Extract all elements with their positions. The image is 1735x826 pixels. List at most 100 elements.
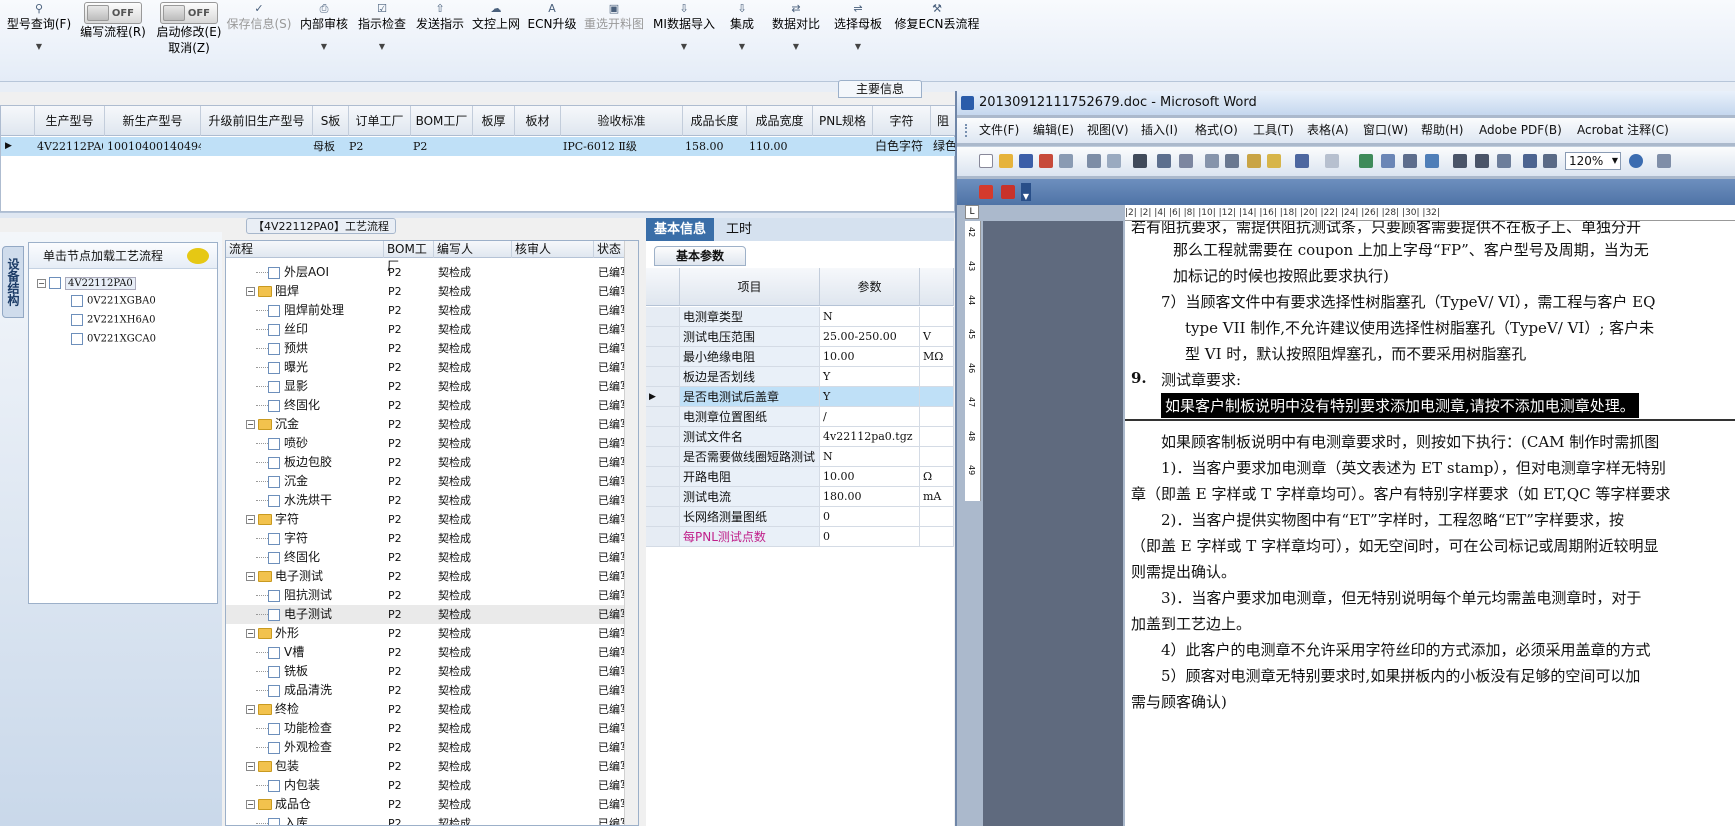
menu-help[interactable]: 帮助(H)	[1421, 118, 1463, 143]
collapse-icon[interactable]: −	[246, 629, 255, 638]
edit-flow-switch[interactable]: OFF	[84, 2, 142, 24]
col-header[interactable]: S板	[313, 106, 349, 136]
data-compare-button[interactable]: ⇄ 数据对比 ▼	[768, 2, 824, 51]
tree-node[interactable]: 0V221XGCA0	[71, 333, 156, 345]
cell[interactable]	[517, 137, 561, 156]
open-icon[interactable]	[999, 154, 1013, 168]
redo-icon[interactable]	[1325, 154, 1339, 168]
col-header[interactable]: 成品宽度	[747, 106, 813, 136]
collapse-icon[interactable]: −	[246, 705, 255, 714]
process-row[interactable]: − 外形 P2 契检成 已编写	[226, 624, 631, 643]
collapse-icon[interactable]: −	[246, 800, 255, 809]
cell[interactable]: 110.00	[749, 137, 813, 156]
hyperlink-icon[interactable]	[1359, 154, 1373, 168]
collapse-icon[interactable]: −	[246, 572, 255, 581]
process-row[interactable]: − 终检 P2 契检成 已编写	[226, 700, 631, 719]
vertical-scrollbar[interactable]	[624, 241, 638, 825]
process-row[interactable]: 内包装 P2 契检成 已编写	[226, 776, 631, 795]
menu-view[interactable]: 视图(V)	[1087, 118, 1129, 143]
process-row[interactable]: 字符 P2 契检成 已编写	[226, 529, 631, 548]
process-row[interactable]: 阻焊前处理 P2 契检成 已编写	[226, 301, 631, 320]
col-header[interactable]: 项目	[680, 268, 820, 306]
process-row[interactable]: V槽 P2 契检成 已编写	[226, 643, 631, 662]
process-row[interactable]: 预烘 P2 契检成 已编写	[226, 339, 631, 358]
param-row[interactable]: 测试电流 180.00 mA	[646, 487, 954, 509]
enable-modify-switch[interactable]: OFF	[160, 2, 218, 24]
toolbar-options-icon[interactable]: ▼	[1021, 183, 1031, 201]
collapse-icon[interactable]: −	[246, 287, 255, 296]
table-row[interactable]: ▶ 4V22112PA0 10010400140494 母板 P2 P2 IPC…	[1, 137, 956, 156]
process-row[interactable]: 成品清洗 P2 契检成 已编写	[226, 681, 631, 700]
tree-root[interactable]: −4V22112PA0	[37, 276, 136, 290]
tree-node[interactable]: 0V221XGBA0	[71, 295, 156, 307]
process-row[interactable]: − 沉金 P2 契检成 已编写	[226, 415, 631, 434]
insert-table-icon[interactable]	[1403, 154, 1417, 168]
process-row[interactable]: − 字符 P2 契检成 已编写	[226, 510, 631, 529]
horizontal-ruler[interactable]: |2| |2| |4| |6| |8| |10| |12| |14| |16| …	[1125, 205, 1735, 221]
convert-pdf-icon[interactable]	[979, 185, 993, 199]
cell[interactable]: P2	[413, 137, 473, 156]
param-value[interactable]: 180.00	[820, 487, 920, 507]
undo-icon[interactable]	[1295, 154, 1309, 168]
col-header[interactable]: 核审人	[512, 241, 594, 258]
process-row[interactable]: 喷砂 P2 契检成 已编写	[226, 434, 631, 453]
guide-check-button[interactable]: ☑ 指示检查 ▼	[356, 2, 408, 51]
col-header[interactable]: 成品长度	[683, 106, 747, 136]
new-icon[interactable]	[979, 154, 993, 168]
cancel-button[interactable]: 取消(Z)	[168, 41, 210, 55]
paste-icon[interactable]	[1247, 154, 1261, 168]
help-icon[interactable]	[1629, 154, 1643, 168]
save-info-button[interactable]: ✓ 保存信息(S)	[226, 2, 292, 32]
param-row[interactable]: 测试电压范围 25.00-250.00 V	[646, 327, 954, 349]
process-row[interactable]: 电子测试 P2 契检成 已编写	[226, 605, 631, 624]
param-row[interactable]: 板边是否划线 Y	[646, 367, 954, 389]
collapse-icon[interactable]: −	[246, 762, 255, 771]
process-row[interactable]: − 电子测试 P2 契检成 已编写	[226, 567, 631, 586]
fix-ecn-button[interactable]: ⚒ 修复ECN丢流程	[892, 2, 982, 32]
cell[interactable]: IPC-6012 Ⅱ级	[563, 137, 683, 156]
col-header[interactable]: BOM工厂	[384, 241, 434, 273]
upload-button[interactable]: ☁ 文控上网	[470, 2, 522, 32]
process-row[interactable]: 外层AOI P2 契检成 已编写	[226, 263, 631, 282]
menu-edit[interactable]: 编辑(E)	[1033, 118, 1074, 143]
cell[interactable]: P2	[349, 137, 411, 156]
col-header[interactable]: 验收标准	[561, 106, 683, 136]
collapse-icon[interactable]: −	[246, 515, 255, 524]
show-hide-icon[interactable]	[1523, 154, 1537, 168]
col-header[interactable]: BOM工厂	[411, 106, 473, 136]
param-row[interactable]: 长网络测量图纸 0	[646, 507, 954, 529]
collapse-icon[interactable]: −	[246, 420, 255, 429]
ruler-tab-selector[interactable]: L	[965, 205, 979, 219]
process-row[interactable]: 板边包胶 P2 契检成 已编写	[226, 453, 631, 472]
col-header[interactable]: 流程	[226, 241, 384, 258]
col-header[interactable]: 新生产型号	[105, 106, 201, 136]
menu-adobe-pdf[interactable]: Adobe PDF(B)	[1479, 118, 1562, 143]
menu-acrobat-comment[interactable]: Acrobat 注释(C)	[1577, 118, 1669, 143]
col-header[interactable]: 订单工厂	[349, 106, 411, 136]
col-header[interactable]: PNL规格	[813, 106, 873, 136]
process-row[interactable]: 沉金 P2 契检成 已编写	[226, 472, 631, 491]
tree-node[interactable]: 2V221XH6A0	[71, 314, 155, 326]
col-header[interactable]: 状态	[594, 241, 626, 258]
menu-tools[interactable]: 工具(T)	[1253, 118, 1294, 143]
cell[interactable]: 10010400140494	[107, 137, 201, 156]
enable-modify-toggle[interactable]: OFF 启动修改(E) 取消(Z)	[150, 2, 228, 56]
document-page[interactable]: 若有阻抗要求，需提供阻抗测试条，只要顾客需要提供不在板子上、单独分开 那么工程就…	[1125, 221, 1735, 826]
cell[interactable]: 绿色	[933, 137, 956, 156]
process-row[interactable]: − 阻焊 P2 契检成 已编写	[226, 282, 631, 301]
menu-format[interactable]: 格式(O)	[1195, 118, 1238, 143]
tables-borders-icon[interactable]	[1381, 154, 1395, 168]
col-header[interactable]: 升级前旧生产型号	[201, 106, 313, 136]
param-value[interactable]: Y	[820, 367, 920, 387]
process-row[interactable]: 显影 P2 契检成 已编写	[226, 377, 631, 396]
process-row[interactable]: − 成品仓 P2 契检成 已编写	[226, 795, 631, 814]
process-row[interactable]: 终固化 P2 契检成 已编写	[226, 396, 631, 415]
menu-insert[interactable]: 插入(I)	[1141, 118, 1178, 143]
cell[interactable]: 母板	[313, 137, 349, 156]
process-row[interactable]: 外观检查 P2 契检成 已编写	[226, 738, 631, 757]
process-row[interactable]: 入库 P2 契检成 已编写	[226, 814, 631, 825]
param-row[interactable]: 电测章位置图纸 /	[646, 407, 954, 429]
param-value[interactable]: N	[820, 447, 920, 467]
param-row[interactable]: 是否需要做线圈短路测试 N	[646, 447, 954, 469]
col-header[interactable]: 字符	[873, 106, 931, 136]
